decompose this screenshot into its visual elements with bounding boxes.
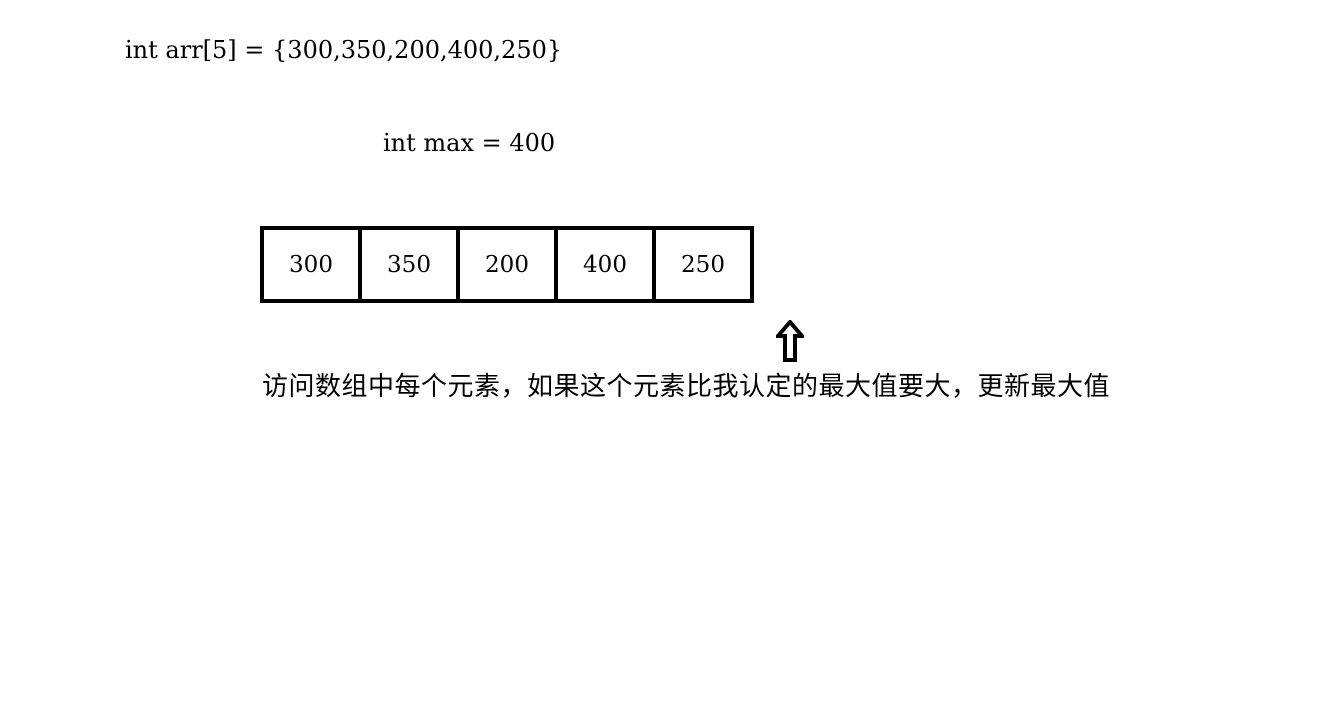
array-declaration: int arr[5] = {300,350,200,400,250} (125, 36, 563, 64)
max-assignment: int max = 400 (383, 129, 556, 157)
up-arrow-icon (776, 320, 804, 362)
array-cell-2: 200 (456, 230, 554, 299)
array-cell-0: 300 (289, 251, 333, 278)
array-cell-4: 250 (652, 230, 750, 299)
array-cell-3: 400 (554, 230, 652, 299)
caption-text: 访问数组中每个元素，如果这个元素比我认定的最大值要大，更新最大值 (262, 372, 1111, 402)
array-cell-1: 350 (358, 230, 456, 299)
array-diagram: 300 350 200 400 250 (260, 226, 754, 303)
